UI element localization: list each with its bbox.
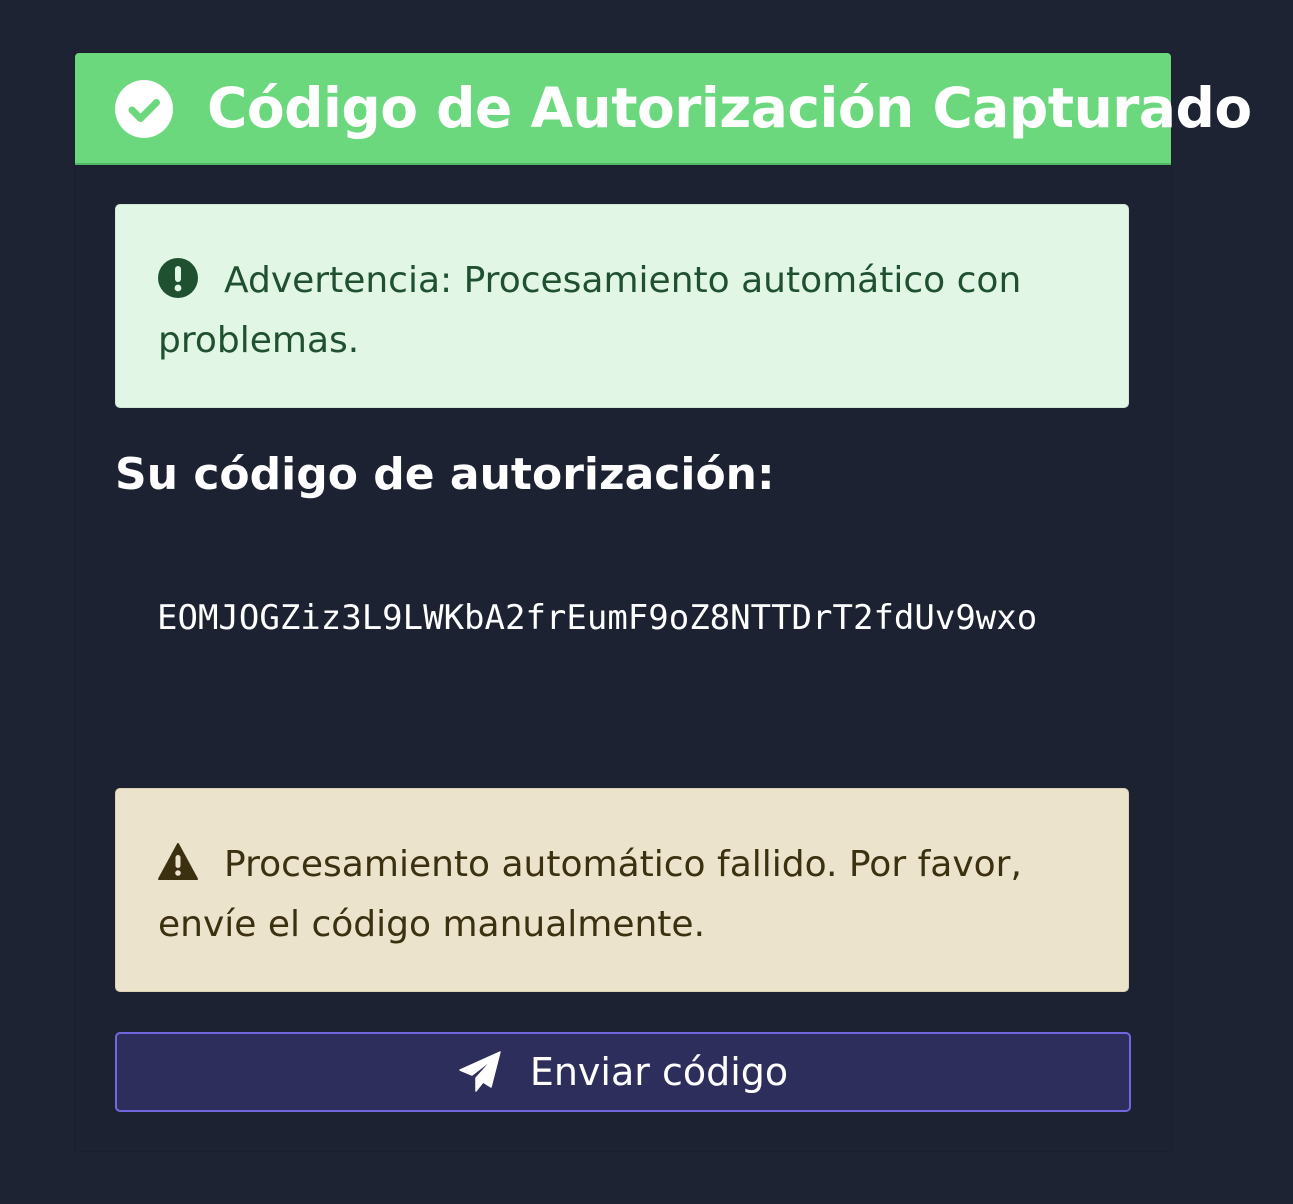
code-label: Su código de autorización: bbox=[115, 449, 775, 500]
warning-alert: Procesamiento automático fallido. Por fa… bbox=[115, 788, 1129, 992]
warning-triangle-icon bbox=[158, 843, 198, 880]
send-code-button[interactable]: Enviar código bbox=[115, 1032, 1131, 1112]
success-alert-text: Advertencia: Procesamiento automático co… bbox=[158, 260, 1022, 361]
auth-code-card: Código de Autorización Capturado Adverte… bbox=[75, 53, 1252, 1151]
success-alert: Advertencia: Procesamiento automático co… bbox=[115, 204, 1129, 408]
paper-plane-icon bbox=[459, 1051, 501, 1092]
exclamation-circle-icon bbox=[158, 258, 198, 298]
authorization-code[interactable]: EOMJOGZiz3L9LWKbA2frEumF9oZ8NTTDrT2fdUv9… bbox=[115, 571, 1129, 727]
warning-alert-text: Procesamiento automático fallido. Por fa… bbox=[158, 844, 1022, 945]
check-circle-icon bbox=[115, 80, 173, 138]
card-header: Código de Autorización Capturado bbox=[75, 53, 1252, 165]
send-code-button-label: Enviar código bbox=[529, 1050, 789, 1094]
page-title: Código de Autorización Capturado bbox=[207, 76, 1252, 140]
